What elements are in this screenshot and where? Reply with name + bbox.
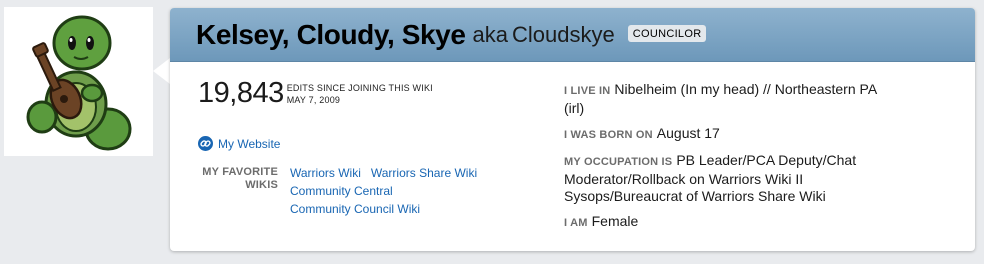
birthday-info: I WAS BORN ON August 17: [564, 125, 720, 144]
card-pointer: [153, 58, 170, 84]
favorite-wiki-link[interactable]: Warriors Wiki: [290, 166, 361, 180]
join-date: MAY 7, 2009: [286, 95, 341, 105]
website-row[interactable]: My Website: [198, 136, 280, 151]
gender-info: I AM Female: [564, 213, 638, 232]
link-chain-icon: [198, 136, 213, 151]
favorite-wikis-list: Warriors Wiki Warriors Share Wiki Communi…: [290, 164, 500, 218]
profile-stats: 19,843 EDITS SINCE JOINING THIS WIKI MAY…: [198, 78, 518, 216]
edits-label: EDITS SINCE JOINING THIS WIKI: [286, 83, 433, 93]
location-info: I LIVE IN Nibelheim (In my head) // North…: [564, 81, 894, 117]
birthday-value: August 17: [656, 125, 720, 141]
edit-stats-text: EDITS SINCE JOINING THIS WIKI MAY 7, 200…: [287, 82, 433, 106]
favorite-wiki-link[interactable]: Community Central: [290, 184, 393, 198]
profile-details: I LIVE IN Nibelheim (In my head) // North…: [564, 81, 894, 229]
username: Cloudskye: [512, 21, 615, 47]
occupation-info: MY OCCUPATION IS PB Leader/PCA Deputy/Cha…: [564, 152, 894, 205]
aka-label: aka: [472, 21, 509, 47]
real-name: Kelsey, Cloudy, Skye: [196, 18, 466, 50]
favorite-wiki-link[interactable]: Warriors Share Wiki: [371, 166, 477, 180]
my-website-link[interactable]: My Website: [218, 137, 280, 151]
location-label: I LIVE IN: [564, 85, 611, 97]
aka-username: aka Cloudskye: [473, 22, 615, 48]
user-profile-masthead: Kelsey, Cloudy, Skye aka Cloudskye COUNCI…: [0, 0, 984, 264]
edit-stats: 19,843 EDITS SINCE JOINING THIS WIKI MAY…: [198, 78, 518, 108]
profile-header: Kelsey, Cloudy, Skye aka Cloudskye COUNCI…: [170, 8, 975, 62]
favorite-wikis-label: MY FAVORITE WIKIS: [202, 166, 278, 191]
favorite-wiki-link[interactable]: Community Council Wiki: [290, 202, 420, 216]
location-value: Nibelheim (In my head) // Northeastern P…: [564, 81, 877, 116]
profile-card: Kelsey, Cloudy, Skye aka Cloudskye COUNCI…: [170, 8, 975, 251]
birthday-label: I WAS BORN ON: [564, 129, 653, 141]
occupation-label: MY OCCUPATION IS: [564, 156, 673, 168]
user-group-badge: COUNCILOR: [627, 25, 707, 42]
avatar[interactable]: [4, 7, 153, 156]
favorite-wikis: MY FAVORITE WIKIS Warriors Wiki Warriors …: [198, 166, 500, 218]
turtle-avatar-icon: [26, 15, 132, 151]
edit-count[interactable]: 19,843: [198, 78, 284, 108]
gender-label: I AM: [564, 217, 588, 229]
gender-value: Female: [591, 213, 639, 229]
